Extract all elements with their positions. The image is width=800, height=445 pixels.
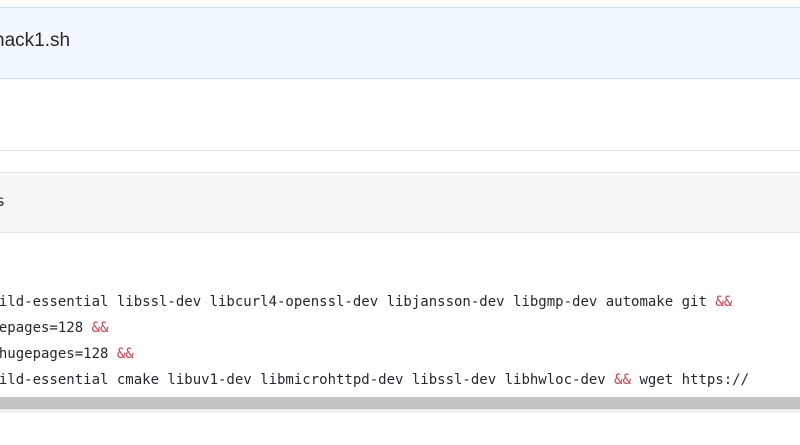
code-operator: && (116, 346, 134, 362)
code-text: r_hugepages=128 (0, 346, 109, 362)
section-header: s (0, 172, 800, 233)
code-block: build-essential libssl-dev libcurl4-open… (0, 289, 800, 389)
section-label: s (0, 192, 6, 210)
file-header: hack1.sh (0, 7, 800, 79)
file-toolbar-area (0, 79, 800, 151)
code-text: build-essential libssl-dev libcurl4-open… (0, 294, 716, 310)
code-operator: && (715, 294, 733, 310)
scrollbar-shadow (0, 409, 800, 413)
file-name[interactable]: hack1.sh (0, 30, 70, 52)
horizontal-scrollbar-thumb[interactable] (0, 397, 800, 409)
code-line: ugepages=128 && (0, 315, 108, 341)
code-line: build-essential libssl-dev libcurl4-open… (0, 289, 732, 315)
code-operator: && (614, 372, 632, 388)
code-text: wget https:// (631, 372, 750, 388)
code-line: build-essential cmake libuv1-dev libmicr… (0, 367, 749, 389)
code-line: r_hugepages=128 && (0, 341, 134, 367)
code-text: build-essential cmake libuv1-dev libmicr… (0, 372, 615, 388)
code-text: ugepages=128 (0, 320, 84, 336)
code-operator: && (91, 320, 109, 336)
